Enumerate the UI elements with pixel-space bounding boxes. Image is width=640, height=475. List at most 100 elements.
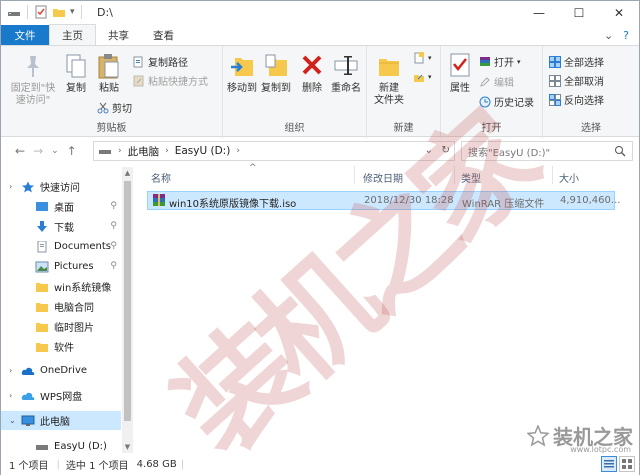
nav-folder-win-images[interactable]: win系统镜像: [1, 277, 121, 296]
new-folder-button[interactable]: 新建 文件夹: [371, 52, 407, 107]
pin-icon[interactable]: ⚲: [110, 201, 117, 211]
delete-button[interactable]: 删除: [299, 52, 325, 95]
column-date[interactable]: 修改日期: [363, 170, 403, 185]
rename-button[interactable]: 重命名: [329, 52, 363, 95]
window-title: D:\: [97, 6, 113, 19]
qat-dropdown-icon[interactable]: ▾: [70, 7, 75, 17]
column-divider[interactable]: [552, 166, 553, 184]
properties-icon[interactable]: [34, 5, 48, 19]
folder-icon: [35, 281, 49, 293]
folder-icon: [35, 341, 49, 353]
history-label: 历史记录: [494, 98, 534, 109]
nav-label: 下载: [54, 223, 74, 234]
tab-file[interactable]: 文件: [1, 25, 49, 45]
nav-scrollbar[interactable]: ▲ ▼: [122, 167, 133, 453]
nav-folder-contracts[interactable]: 电脑合同: [1, 297, 121, 316]
maximize-button[interactable]: ☐: [559, 1, 599, 25]
paste-shortcut-button[interactable]: 粘贴快捷方式: [133, 73, 208, 88]
search-input[interactable]: 搜索"EasyU (D:)": [468, 144, 550, 159]
nav-this-pc[interactable]: ⌄ 此电脑: [1, 411, 121, 430]
select-all-label: 全部选择: [564, 58, 604, 69]
tab-home[interactable]: 主页: [49, 24, 96, 45]
breadcrumb-drive-d[interactable]: EasyU (D:): [175, 145, 231, 157]
invert-selection-button[interactable]: 反向选择: [549, 92, 604, 107]
column-name[interactable]: 名称: [151, 170, 171, 185]
move-to-button[interactable]: 移动到: [225, 52, 259, 95]
nav-documents[interactable]: Documents ⚲: [1, 237, 121, 256]
breadcrumb-separator[interactable]: ›: [165, 146, 169, 156]
select-all-button[interactable]: 全部选择: [549, 54, 604, 69]
tab-view[interactable]: 查看: [141, 25, 186, 45]
column-type[interactable]: 类型: [461, 170, 481, 185]
forward-arrow-icon[interactable]: →: [33, 144, 43, 158]
recent-locations-icon[interactable]: ⌄: [51, 146, 59, 156]
ribbon-right-controls: ⌄ ?: [604, 25, 639, 45]
download-arrow-icon: [35, 220, 49, 233]
breadcrumb-separator[interactable]: ›: [236, 146, 240, 156]
cut-button[interactable]: 剪切: [97, 100, 132, 115]
history-icon: [479, 96, 491, 108]
file-row[interactable]: win10系统原版镜像下载.iso 2018/12/30 18:28 WinRA…: [147, 191, 620, 210]
file-type: WinRAR 压缩文件: [462, 199, 545, 210]
collapse-ribbon-icon[interactable]: ⌄: [604, 29, 613, 42]
paste-button[interactable]: 粘贴: [94, 52, 124, 95]
up-arrow-icon[interactable]: ↑: [67, 144, 77, 158]
scroll-down-icon[interactable]: ▼: [124, 443, 131, 451]
new-item-button[interactable]: ▾: [413, 52, 432, 64]
status-divider: |: [56, 458, 60, 470]
nav-downloads[interactable]: 下载 ⚲: [1, 217, 121, 236]
copy-button[interactable]: 复制: [61, 52, 91, 95]
nav-folder-temp-images[interactable]: 临时图片: [1, 317, 121, 336]
select-none-button[interactable]: 全部取消: [549, 73, 604, 88]
back-arrow-icon[interactable]: ←: [15, 144, 25, 158]
nav-label: WPS网盘: [40, 392, 83, 403]
breadcrumb-separator[interactable]: ›: [118, 146, 122, 156]
address-bar[interactable]: › 此电脑 › EasyU (D:) › ⌄ ↻: [93, 141, 455, 161]
copy-label: 复制: [66, 83, 86, 94]
address-dropdown-icon[interactable]: ⌄: [424, 144, 433, 156]
properties-check-icon: [447, 52, 473, 80]
open-dropdown-icon: ▾: [517, 57, 521, 66]
nav-onedrive[interactable]: › OneDrive: [1, 361, 121, 380]
tab-share[interactable]: 共享: [96, 25, 141, 45]
copy-to-label: 复制到: [261, 83, 291, 94]
properties-button[interactable]: 属性: [445, 52, 475, 95]
copy-path-button[interactable]: 复制路径: [133, 54, 188, 69]
easy-access-button[interactable]: ▾: [413, 71, 432, 83]
pin-quick-access-button[interactable]: 固定到"快 速访问": [7, 52, 59, 107]
nav-desktop[interactable]: 桌面 ⚲: [1, 197, 121, 216]
nav-wps-cloud[interactable]: › WPS网盘: [1, 386, 121, 405]
pin-icon[interactable]: ⚲: [110, 241, 117, 251]
column-divider[interactable]: [454, 166, 455, 184]
nav-quick-access[interactable]: › 快速访问: [1, 177, 121, 196]
large-icons-view-button[interactable]: [619, 456, 635, 472]
pin-icon[interactable]: ⚲: [110, 261, 117, 271]
search-box[interactable]: 搜索"EasyU (D:)": [461, 141, 633, 161]
refresh-icon[interactable]: ↻: [441, 144, 450, 156]
ribbon-tabs: 文件 主页 共享 查看 ⌄ ?: [1, 24, 639, 45]
history-button[interactable]: 历史记录: [479, 94, 534, 109]
column-divider[interactable]: [354, 166, 355, 184]
details-view-button[interactable]: [601, 456, 617, 472]
address-tail: ⌄ ↻: [424, 144, 450, 156]
close-button[interactable]: ✕: [599, 1, 639, 25]
folder-icon: [35, 301, 49, 313]
drive-icon: [8, 12, 20, 16]
nav-drive-d[interactable]: EasyU (D:): [1, 437, 121, 453]
new-folder-icon[interactable]: [52, 5, 66, 19]
minimize-button[interactable]: —: [519, 1, 559, 25]
edit-button[interactable]: 编辑: [479, 74, 514, 89]
copy-to-button[interactable]: 复制到: [259, 52, 293, 95]
column-size[interactable]: 大小: [559, 170, 579, 185]
nav-label: 桌面: [54, 203, 74, 214]
pin-icon[interactable]: ⚲: [110, 221, 117, 231]
nav-pictures[interactable]: Pictures ⚲: [1, 257, 121, 276]
breadcrumb-this-pc[interactable]: 此电脑: [128, 144, 160, 159]
move-to-icon: [229, 52, 255, 80]
open-button[interactable]: 打开 ▾: [479, 54, 521, 69]
watermark-logo: 装机之家 www.lotpc.com: [527, 421, 633, 454]
help-button[interactable]: ?: [623, 29, 629, 42]
scrollbar-thumb[interactable]: [124, 181, 131, 421]
scroll-up-icon[interactable]: ▲: [124, 169, 131, 177]
nav-folder-software[interactable]: 软件: [1, 337, 121, 356]
